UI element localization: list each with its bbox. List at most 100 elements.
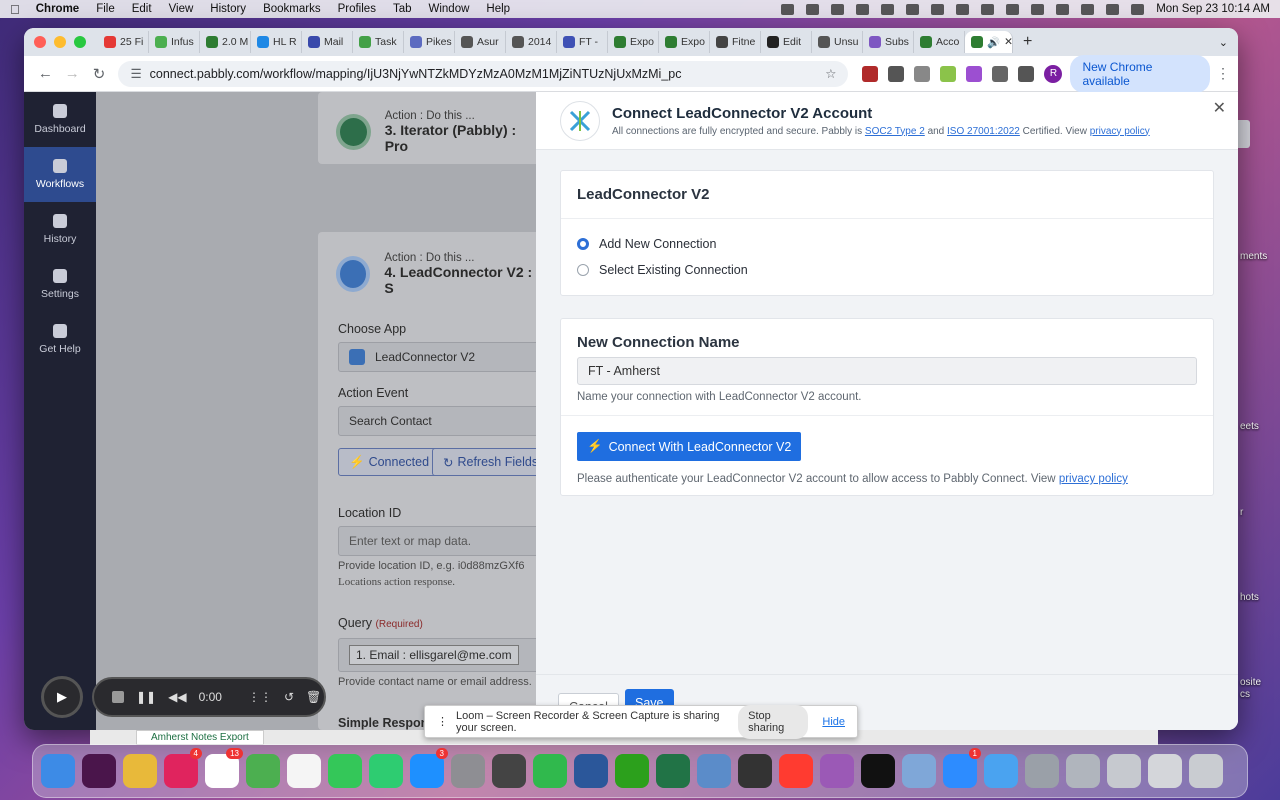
dock-app-finder[interactable] — [41, 754, 75, 788]
sidebar-item-workflows[interactable]: Workflows — [24, 147, 96, 202]
dock-app-tv[interactable] — [861, 754, 895, 788]
dock-app-podcasts[interactable] — [820, 754, 854, 788]
extension-icon[interactable] — [862, 65, 879, 82]
browser-tab[interactable]: 2014 — [506, 31, 557, 53]
browser-tab[interactable]: HL R — [251, 31, 302, 53]
auth-privacy-policy-link[interactable]: privacy policy — [1059, 473, 1128, 485]
url-text[interactable]: connect.pabbly.com/workflow/mapping/IjU3… — [150, 67, 682, 81]
menu-tab[interactable]: Tab — [393, 3, 412, 15]
stop-recording-icon[interactable] — [112, 691, 124, 703]
privacy-policy-link[interactable]: privacy policy — [1090, 126, 1150, 137]
mapped-token[interactable]: 1. Email : ellisgarel@me.com — [349, 645, 519, 665]
chrome-menu-icon[interactable]: ⋮ — [1216, 65, 1230, 82]
dock-app-word[interactable] — [574, 754, 608, 788]
dock-app-notes[interactable] — [287, 754, 321, 788]
new-tab-button[interactable]: + — [1023, 33, 1032, 51]
dock-app-settings[interactable] — [451, 754, 485, 788]
dock-app-quickbooks[interactable] — [615, 754, 649, 788]
tab-active[interactable]: 🔊 ✕ — [965, 31, 1013, 53]
browser-tab[interactable]: Asur — [455, 31, 506, 53]
menu-edit[interactable]: Edit — [132, 3, 152, 15]
dock-app-pocketcasts[interactable]: 4 — [164, 748, 202, 788]
sidebar-item-settings[interactable]: Settings — [24, 257, 96, 312]
soc2-link[interactable]: SOC2 Type 2 — [865, 126, 925, 137]
puzzle-icon[interactable] — [992, 65, 1009, 82]
dock-app-news[interactable] — [779, 754, 813, 788]
dock-app-folder-4[interactable] — [1148, 754, 1182, 788]
iso-link[interactable]: ISO 27001:2022 — [947, 126, 1020, 137]
dock-app-zoom[interactable]: 1 — [943, 748, 981, 788]
dock-app-script-editor[interactable] — [492, 754, 526, 788]
dock-app-messages[interactable] — [328, 754, 362, 788]
dock-app-excel[interactable] — [656, 754, 690, 788]
extension-icon[interactable] — [888, 65, 905, 82]
extension-icon[interactable] — [966, 65, 983, 82]
dock-app-calculator[interactable] — [738, 754, 772, 788]
browser-tab[interactable]: Expo — [608, 31, 659, 53]
menu-help[interactable]: Help — [486, 3, 510, 15]
sidebar-item-dashboard[interactable]: Dashboard — [24, 92, 96, 147]
bluetooth-icon[interactable] — [1006, 3, 1020, 15]
minimize-window-button[interactable] — [54, 36, 66, 48]
download-icon[interactable] — [1018, 65, 1035, 82]
radio-selected-icon[interactable] — [577, 238, 589, 250]
close-icon[interactable]: ✕ — [1213, 98, 1226, 118]
browser-tab[interactable]: 25 Fi — [98, 31, 149, 53]
close-tab-icon[interactable]: ✕ — [1004, 36, 1012, 48]
menu-profiles[interactable]: Profiles — [338, 3, 376, 15]
grid-icon[interactable] — [931, 3, 945, 15]
rewind-icon[interactable]: ◀◀ — [168, 690, 186, 704]
sheet-tab[interactable]: Amherst Notes Export — [136, 730, 264, 745]
query-input[interactable]: 1. Email : ellisgarel@me.com — [338, 638, 536, 672]
siri-icon[interactable] — [1131, 3, 1145, 15]
trash-icon[interactable]: 🗑 — [306, 690, 321, 704]
connection-name-input[interactable]: FT - Amherst — [577, 357, 1197, 385]
tab-search-chevron-icon[interactable]: ⌄ — [1219, 36, 1228, 49]
browser-tab[interactable]: 2.0 M — [200, 31, 251, 53]
dock-app-calendar[interactable]: 13 — [205, 748, 243, 788]
browser-tab[interactable]: FT - — [557, 31, 608, 53]
new-chrome-available-button[interactable]: New Chrome available — [1070, 54, 1211, 93]
zoom-status-icon[interactable] — [831, 3, 845, 15]
action-event-select[interactable]: Search Contact — [338, 406, 536, 436]
close-window-button[interactable] — [34, 36, 46, 48]
extension-icon[interactable] — [940, 65, 957, 82]
drag-handle-icon[interactable]: ⋮ — [437, 715, 448, 728]
dock-app-mail[interactable] — [984, 754, 1018, 788]
dock-app-numbers[interactable] — [533, 754, 567, 788]
browser-tab[interactable]: Pikes — [404, 31, 455, 53]
audio-icon[interactable]: 🔊 — [987, 36, 1000, 49]
menu-window[interactable]: Window — [429, 3, 470, 15]
wifi-icon[interactable] — [1056, 3, 1070, 15]
pause-icon[interactable]: ❚❚ — [136, 690, 156, 704]
dock-app-chrome[interactable] — [123, 754, 157, 788]
dock-app-app-store[interactable]: 3 — [410, 748, 448, 788]
browser-tab[interactable]: Unsu — [812, 31, 863, 53]
cloud-icon[interactable] — [881, 3, 895, 15]
control-center-icon[interactable] — [1106, 3, 1120, 15]
browser-tab[interactable]: Expo — [659, 31, 710, 53]
extension-icon[interactable] — [914, 65, 931, 82]
volume-icon[interactable] — [981, 3, 995, 15]
connected-button[interactable]: ⚡ Connected — [338, 448, 441, 476]
radio-unselected-icon[interactable] — [577, 264, 589, 276]
browser-tab[interactable]: Task — [353, 31, 404, 53]
search-icon[interactable] — [1081, 3, 1095, 15]
address-bar[interactable]: ☰ connect.pabbly.com/workflow/mapping/Ij… — [118, 60, 849, 87]
dock-app-maps[interactable] — [246, 754, 280, 788]
browser-tab[interactable]: Acco — [914, 31, 965, 53]
airplay-icon[interactable] — [956, 3, 970, 15]
dock-app-trash[interactable] — [1189, 754, 1223, 788]
location-id-input[interactable]: Enter text or map data. — [338, 526, 536, 556]
drag-handle-icon[interactable]: ⋮⋮ — [248, 690, 272, 704]
browser-tab[interactable]: Infus — [149, 31, 200, 53]
dock-app-folder-2[interactable] — [1066, 754, 1100, 788]
browser-tab[interactable]: Fitne — [710, 31, 761, 53]
status-app-icon[interactable] — [806, 3, 820, 15]
connect-with-leadconnector-button[interactable]: ⚡ Connect With LeadConnector V2 — [577, 432, 802, 461]
site-info-icon[interactable]: ☰ — [130, 66, 141, 81]
dock-app-preview[interactable] — [902, 754, 936, 788]
browser-tab[interactable]: Mail — [302, 31, 353, 53]
dock-app-network[interactable] — [697, 754, 731, 788]
menubar-clock[interactable]: Mon Sep 23 10:14 AM — [1156, 3, 1270, 15]
